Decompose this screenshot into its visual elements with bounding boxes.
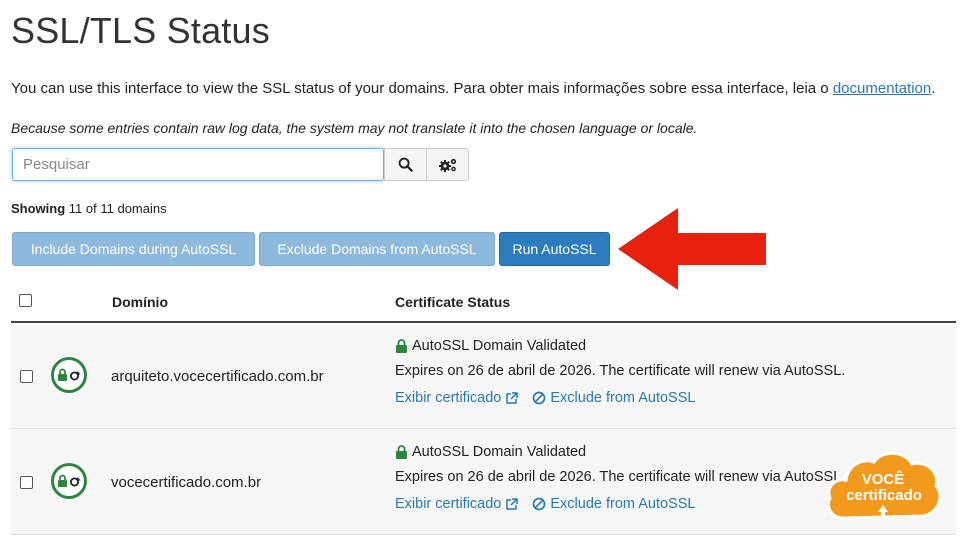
table-row: arquiteto.vocecertificado.com.br AutoSSL…: [11, 324, 956, 429]
lock-refresh-icon: [58, 474, 81, 487]
view-certificate-link[interactable]: Exibir certificado: [395, 390, 519, 406]
status-title: AutoSSL Domain Validated: [395, 444, 586, 460]
view-certificate-label: Exibir certificado: [395, 390, 502, 406]
red-arrow-annotation: [618, 208, 766, 290]
domain-name: vocecertificado.com.br: [111, 474, 262, 491]
intro-text: You can use this interface to view the S…: [11, 80, 935, 97]
lock-refresh-icon: [58, 368, 81, 381]
select-all-checkbox[interactable]: [19, 294, 32, 307]
exclude-link-label: Exclude from AutoSSL: [550, 390, 696, 406]
lock-icon: [396, 339, 407, 353]
watermark-line1: VOCÊ: [862, 470, 905, 488]
column-header-domain[interactable]: Domínio: [112, 294, 168, 310]
intro-sentence: You can use this interface to view the S…: [11, 80, 833, 97]
external-link-icon: [506, 391, 519, 404]
status-title: AutoSSL Domain Validated: [395, 338, 586, 354]
showing-text: 11 of 11 domains: [68, 201, 167, 216]
exclude-link-label: Exclude from AutoSSL: [550, 496, 696, 512]
page-title: SSL/TLS Status: [11, 10, 270, 51]
ban-icon: [533, 391, 546, 405]
include-domains-button[interactable]: Include Domains during AutoSSL: [12, 232, 255, 266]
row-links: Exibir certificado Exclude from AutoSSL: [395, 390, 695, 406]
status-text: AutoSSL Domain Validated: [412, 338, 587, 354]
showing-label: Showing: [11, 201, 66, 216]
row-checkbox[interactable]: [20, 370, 33, 383]
ban-icon: [533, 497, 546, 511]
exclude-from-autossl-link[interactable]: Exclude from AutoSSL: [532, 496, 695, 512]
expiry-text: Expires on 26 de abril de 2026. The cert…: [395, 363, 846, 379]
expiry-text: Expires on 26 de abril de 2026. The cert…: [395, 469, 846, 485]
search-icon: [398, 157, 413, 172]
lock-icon: [396, 445, 407, 459]
ssl-status-icon: [51, 463, 87, 499]
external-link-icon: [506, 497, 519, 510]
domain-name: arquiteto.vocecertificado.com.br: [111, 368, 324, 385]
column-header-status[interactable]: Certificate Status: [395, 294, 510, 310]
table-header-divider: [11, 321, 956, 323]
translation-note: Because some entries contain raw log dat…: [11, 120, 698, 136]
search-button[interactable]: [384, 148, 427, 181]
row-links: Exibir certificado Exclude from AutoSSL: [395, 496, 695, 512]
run-autossl-button[interactable]: Run AutoSSL: [499, 232, 610, 266]
intro-period: .: [931, 80, 936, 97]
view-certificate-link[interactable]: Exibir certificado: [395, 496, 519, 512]
row-checkbox[interactable]: [20, 476, 33, 489]
showing-count: Showing 11 of 11 domains: [11, 201, 167, 216]
view-certificate-label: Exibir certificado: [395, 496, 502, 512]
exclude-from-autossl-link[interactable]: Exclude from AutoSSL: [532, 390, 695, 406]
documentation-link[interactable]: documentation: [833, 80, 931, 97]
settings-button[interactable]: [426, 148, 469, 181]
watermark-line2: certificado: [846, 487, 922, 504]
table-row: vocecertificado.com.br AutoSSL Domain Va…: [11, 430, 956, 535]
gears-icon: [438, 158, 456, 172]
ssl-status-icon: [51, 357, 87, 393]
status-text: AutoSSL Domain Validated: [412, 444, 587, 460]
voce-certificado-watermark: VOCÊ certificado: [827, 451, 942, 520]
exclude-domains-button[interactable]: Exclude Domains from AutoSSL: [259, 232, 495, 266]
search-input[interactable]: [12, 148, 384, 181]
